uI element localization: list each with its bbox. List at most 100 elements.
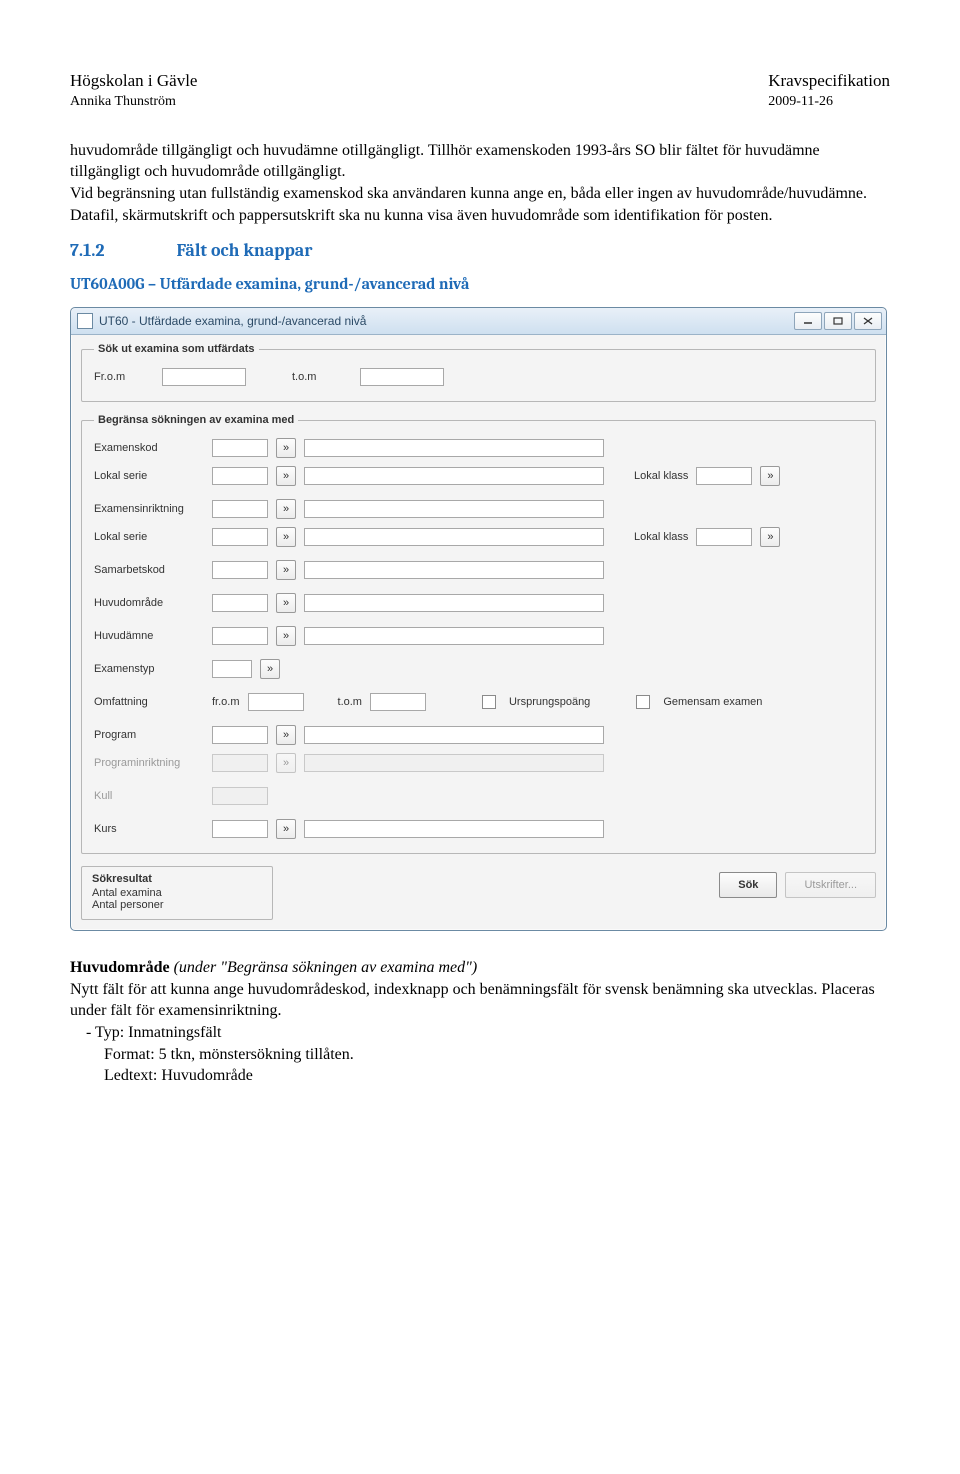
results-personer: Antal personer	[92, 899, 262, 911]
index-button-examenstyp[interactable]: »	[260, 659, 280, 679]
display-examensinriktning[interactable]	[304, 500, 604, 518]
dialog-app-icon	[77, 313, 93, 329]
input-huvudomrade[interactable]	[212, 594, 268, 612]
index-button-samarbetskod[interactable]: »	[276, 560, 296, 580]
subheading: UT60A00G – Utfärdade examina, grund-/ava…	[70, 275, 890, 293]
row-huvudamne: Huvudämne »	[94, 622, 863, 650]
input-to-date[interactable]	[360, 368, 444, 386]
paragraph-2: Vid begränsning utan fullständig examens…	[70, 183, 890, 205]
dialog-screenshot: UT60 - Utfärdade examina, grund-/avancer…	[70, 307, 890, 931]
input-kull	[212, 787, 268, 805]
maximize-button[interactable]	[824, 312, 852, 330]
label-samarbetskod: Samarbetskod	[94, 564, 204, 576]
list-item-typ: - Typ: Inmatningsfält	[70, 1022, 890, 1044]
index-button-lokal-serie-1[interactable]: »	[276, 466, 296, 486]
minimize-button[interactable]	[794, 312, 822, 330]
input-lokal-serie-2[interactable]	[212, 528, 268, 546]
line-ledtext: Ledtext: Huvudområde	[70, 1065, 890, 1087]
checkbox-ursprungspoang[interactable]	[482, 695, 496, 709]
header-doc-type: Kravspecifikation	[768, 70, 890, 93]
display-program[interactable]	[304, 726, 604, 744]
label-lokal-klass-2: Lokal klass	[634, 531, 688, 543]
label-lokal-serie-1: Lokal serie	[94, 470, 204, 482]
index-button-lokal-klass-1[interactable]: »	[760, 466, 780, 486]
display-examenskod[interactable]	[304, 439, 604, 457]
display-samarbetskod[interactable]	[304, 561, 604, 579]
label-omf-from: fr.o.m	[212, 696, 240, 708]
index-button-programinriktning: »	[276, 753, 296, 773]
display-huvudomrade[interactable]	[304, 594, 604, 612]
label-lokal-klass-1: Lokal klass	[634, 470, 688, 482]
line-format: Format: 5 tkn, mönstersökning tillåten.	[70, 1044, 890, 1066]
fieldset-sok-ut-examina: Sök ut examina som utfärdats Fr.o.m t.o.…	[81, 343, 876, 402]
index-button-examensinriktning[interactable]: »	[276, 499, 296, 519]
input-omf-from[interactable]	[248, 693, 304, 711]
input-examenskod[interactable]	[212, 439, 268, 457]
input-lokal-serie-1[interactable]	[212, 467, 268, 485]
display-lokal-serie-1[interactable]	[304, 467, 604, 485]
page-header: Högskolan i Gävle Annika Thunström Kravs…	[70, 70, 890, 112]
sok-button[interactable]: Sök	[719, 872, 777, 898]
row-lokal-serie-1: Lokal serie » Lokal klass »	[94, 462, 863, 490]
index-button-lokal-serie-2[interactable]: »	[276, 527, 296, 547]
paragraph-4: Nytt fält för att kunna ange huvudområde…	[70, 979, 890, 1022]
row-programinriktning: Programinriktning »	[94, 749, 863, 777]
input-programinriktning	[212, 754, 268, 772]
index-button-kurs[interactable]: »	[276, 819, 296, 839]
close-button[interactable]	[854, 312, 882, 330]
row-omfattning: Omfattning fr.o.m t.o.m Ursprungspoäng G…	[94, 688, 863, 716]
close-icon	[863, 317, 873, 325]
input-samarbetskod[interactable]	[212, 561, 268, 579]
label-kull: Kull	[94, 790, 204, 802]
index-button-huvudomrade[interactable]: »	[276, 593, 296, 613]
label-gemensam-examen: Gemensam examen	[663, 696, 762, 708]
display-kurs[interactable]	[304, 820, 604, 838]
utskrifter-button: Utskrifter...	[785, 872, 876, 898]
index-button-lokal-klass-2[interactable]: »	[760, 527, 780, 547]
label-huvudomrade: Huvudområde	[94, 597, 204, 609]
paragraph-1: huvudområde tillgängligt och huvudämne o…	[70, 140, 890, 183]
dialog-titlebar[interactable]: UT60 - Utfärdade examina, grund-/avancer…	[71, 308, 886, 335]
input-examensinriktning[interactable]	[212, 500, 268, 518]
paragraph-3: Datafil, skärmutskrift och pappersutskri…	[70, 205, 890, 227]
header-author: Annika Thunström	[70, 93, 197, 112]
label-lokal-serie-2: Lokal serie	[94, 531, 204, 543]
input-huvudamne[interactable]	[212, 627, 268, 645]
display-programinriktning	[304, 754, 604, 772]
label-programinriktning: Programinriktning	[94, 757, 204, 769]
display-huvudamne[interactable]	[304, 627, 604, 645]
input-from-date[interactable]	[162, 368, 246, 386]
fieldset-legend-1: Sök ut examina som utfärdats	[94, 343, 259, 355]
input-examenstyp[interactable]	[212, 660, 252, 678]
input-program[interactable]	[212, 726, 268, 744]
input-omf-to[interactable]	[370, 693, 426, 711]
row-kurs: Kurs »	[94, 815, 863, 843]
section-number: 7.1.2	[70, 240, 105, 261]
section-title: Fält och knappar	[177, 240, 313, 261]
label-huvudamne: Huvudämne	[94, 630, 204, 642]
label-program: Program	[94, 729, 204, 741]
fieldset-begransa: Begränsa sökningen av examina med Examen…	[81, 414, 876, 854]
minimize-icon	[803, 317, 813, 325]
header-right: Kravspecifikation 2009-11-26	[768, 70, 890, 112]
dialog-body: Sök ut examina som utfärdats Fr.o.m t.o.…	[71, 335, 886, 930]
input-lokal-klass-2[interactable]	[696, 528, 752, 546]
label-kurs: Kurs	[94, 823, 204, 835]
fieldset-legend-2: Begränsa sökningen av examina med	[94, 414, 298, 426]
row-examensinriktning: Examensinriktning »	[94, 495, 863, 523]
label-ursprungspoang: Ursprungspoäng	[509, 696, 590, 708]
results-legend: Sökresultat	[92, 873, 262, 885]
index-button-examenskod[interactable]: »	[276, 438, 296, 458]
input-kurs[interactable]	[212, 820, 268, 838]
heading-bold: Huvudområde	[70, 959, 170, 976]
display-lokal-serie-2[interactable]	[304, 528, 604, 546]
checkbox-gemensam-examen[interactable]	[636, 695, 650, 709]
date-range-row: Fr.o.m t.o.m	[94, 363, 863, 391]
row-lokal-serie-2: Lokal serie » Lokal klass »	[94, 523, 863, 551]
index-button-program[interactable]: »	[276, 725, 296, 745]
label-examensinriktning: Examensinriktning	[94, 503, 204, 515]
index-button-huvudamne[interactable]: »	[276, 626, 296, 646]
row-samarbetskod: Samarbetskod »	[94, 556, 863, 584]
input-lokal-klass-1[interactable]	[696, 467, 752, 485]
dialog-window: UT60 - Utfärdade examina, grund-/avancer…	[70, 307, 887, 931]
